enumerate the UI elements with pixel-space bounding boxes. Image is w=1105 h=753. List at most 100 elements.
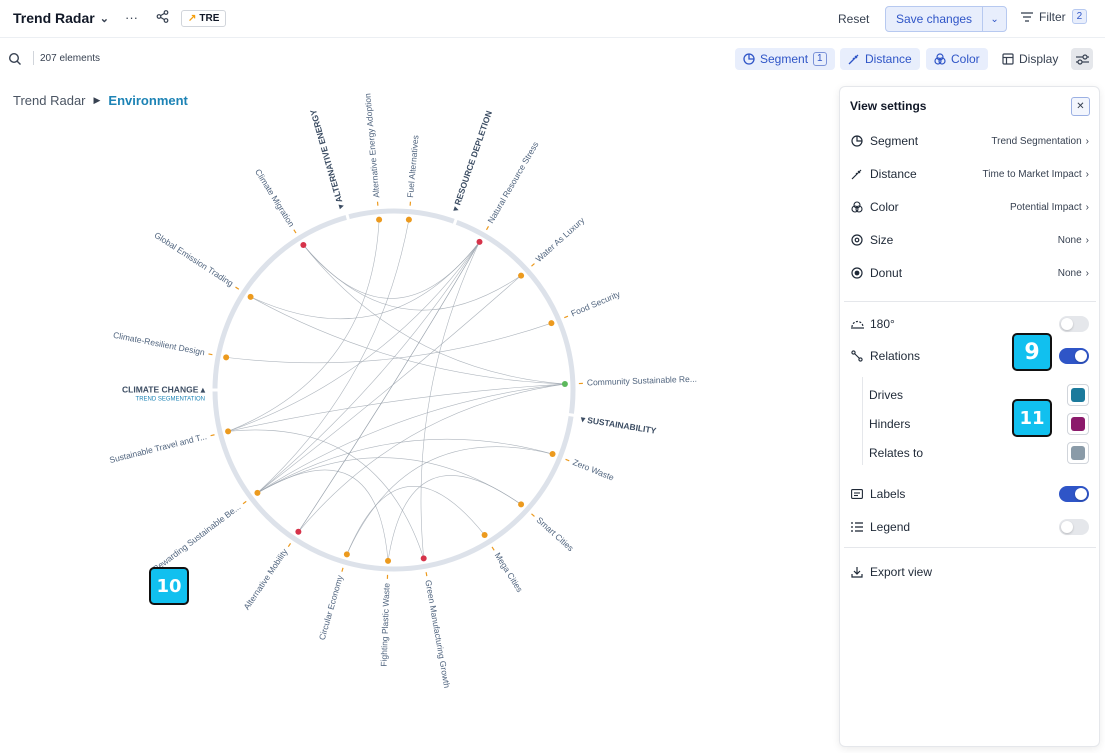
trend-label[interactable]: Smart Cities <box>535 515 576 553</box>
trend-tick <box>491 546 495 551</box>
size-setting[interactable]: Size None › <box>840 228 1099 252</box>
segment-divider <box>345 212 351 222</box>
trend-label[interactable]: Green Manufacturing Growth <box>423 579 452 689</box>
segment-label[interactable]: CLIMATE CHANGE ▴ TREND SEGMENTATION <box>122 384 206 402</box>
hinders-color-button[interactable] <box>1067 413 1089 435</box>
relation-line <box>387 475 522 561</box>
save-options-chevron-icon[interactable]: ⌄ <box>982 7 1006 31</box>
trend-label[interactable]: Rewarding Sustainable Be... <box>151 502 243 575</box>
trend-dot[interactable] <box>376 216 383 223</box>
save-changes-button[interactable]: Save changes <box>886 7 982 31</box>
segment-label[interactable]: ▾ ALTERNATIVE ENERGY <box>308 108 346 211</box>
donut-setting-value: None <box>1057 267 1082 279</box>
trend-dot[interactable] <box>549 451 556 458</box>
trend-dot[interactable] <box>300 241 307 248</box>
list-icon <box>850 520 864 534</box>
filter-button[interactable]: Filter 2 <box>1021 9 1088 24</box>
trend-tag-label: TRE <box>199 13 220 24</box>
trend-label[interactable]: Circular Economy <box>317 573 345 641</box>
trend-dot[interactable] <box>343 551 350 558</box>
export-view-button[interactable]: Export view <box>840 560 1099 584</box>
trend-label[interactable]: Water As Luxury <box>534 215 587 264</box>
trend-dot[interactable] <box>548 320 555 327</box>
trend-dot[interactable] <box>254 489 261 496</box>
target-icon <box>850 233 864 247</box>
rotate-toggle[interactable] <box>1059 316 1089 332</box>
relation-line <box>227 241 480 432</box>
color-setting[interactable]: Color Potential Impact › <box>840 195 1099 219</box>
relations-toggle[interactable] <box>1059 348 1089 364</box>
donut-setting[interactable]: Donut None › <box>840 261 1099 285</box>
trend-label[interactable]: Global Emission Trading <box>153 230 236 289</box>
trend-label[interactable]: Fuel Alternatives <box>405 135 420 198</box>
drives-color-button[interactable] <box>1067 384 1089 406</box>
segment-label[interactable]: ▾ RESOURCE DEPLETION <box>450 109 494 213</box>
segment-name: CLIMATE CHANGE ▴ <box>122 384 206 394</box>
color-icon <box>934 53 946 65</box>
trend-label[interactable]: Community Sustainable Re... <box>587 374 697 388</box>
color-icon <box>850 200 864 214</box>
relation-line <box>346 486 485 555</box>
chevron-right-icon: › <box>1085 168 1089 180</box>
trend-dot[interactable] <box>476 238 483 245</box>
view-settings-button[interactable] <box>1071 48 1093 70</box>
trend-dot[interactable] <box>247 293 254 300</box>
trend-label[interactable]: Food Security <box>569 289 622 319</box>
segment-label[interactable]: ▾ SUSTAINABILITY <box>579 414 657 436</box>
trend-tick <box>425 572 428 577</box>
trend-label[interactable]: Alternative Mobility <box>241 546 290 611</box>
trend-dot[interactable] <box>561 381 568 388</box>
trend-label[interactable]: Fighting Plastic Waste <box>379 582 392 666</box>
trend-dot[interactable] <box>420 555 427 562</box>
legend-toggle[interactable] <box>1059 519 1089 535</box>
close-icon[interactable]: ✕ <box>1071 97 1090 116</box>
app-title-dropdown[interactable]: Trend Radar ⌄ <box>13 10 109 26</box>
distance-setting[interactable]: Distance Time to Market Impact › <box>840 162 1099 186</box>
trend-dot[interactable] <box>225 428 232 435</box>
segment-pill-label: Segment <box>760 52 809 66</box>
trend-up-icon: ↗ <box>188 13 197 24</box>
trend-label[interactable]: Natural Resource Stress <box>486 140 541 225</box>
relation-line <box>420 241 480 559</box>
segment-setting[interactable]: Segment Trend Segmentation › <box>840 129 1099 153</box>
app-title: Trend Radar <box>13 10 95 26</box>
half-circle-icon <box>850 317 864 331</box>
ruler-icon <box>850 167 864 181</box>
segment-setting-label: Segment <box>870 134 919 148</box>
labels-toggle[interactable] <box>1059 486 1089 502</box>
trend-label[interactable]: Climate-Resilient Design <box>112 330 206 358</box>
segment-pill[interactable]: Segment 1 <box>735 48 835 70</box>
display-pill[interactable]: Display <box>994 48 1066 70</box>
trend-dot[interactable] <box>295 528 302 535</box>
trend-label[interactable]: Climate Migration <box>253 167 297 229</box>
reset-button[interactable]: Reset <box>838 12 869 26</box>
search-icon[interactable] <box>8 52 22 66</box>
trend-tick <box>293 229 297 234</box>
relation-line <box>257 275 522 494</box>
distance-pill[interactable]: Distance <box>840 48 920 70</box>
relation-line <box>257 383 565 494</box>
share-icon[interactable] <box>156 10 169 26</box>
save-button-group: Save changes ⌄ <box>885 6 1008 32</box>
trend-dot[interactable] <box>518 272 525 279</box>
segment-name: ▾ RESOURCE DEPLETION <box>450 109 494 213</box>
more-options-icon[interactable]: ··· <box>125 10 138 25</box>
trend-tag[interactable]: ↗ TRE <box>181 10 227 27</box>
trend-dot[interactable] <box>481 532 488 539</box>
trend-dot[interactable] <box>385 557 392 564</box>
labels-setting-label: Labels <box>870 487 906 501</box>
trend-dot[interactable] <box>405 216 412 223</box>
view-settings-panel: View settings ✕ Segment Trend Segmentati… <box>839 86 1100 747</box>
color-setting-label: Color <box>870 200 899 214</box>
trend-label[interactable]: Sustainable Travel and T... <box>108 431 207 465</box>
hinders-color-swatch <box>1071 417 1085 431</box>
trend-label[interactable]: Zero Waste <box>571 457 615 483</box>
relates-to-color-button[interactable] <box>1067 442 1089 464</box>
trend-dot[interactable] <box>518 501 525 508</box>
chevron-down-icon: ⌄ <box>99 12 109 25</box>
trend-label[interactable]: Alternative Energy Adoption <box>362 93 381 199</box>
trend-dot[interactable] <box>223 354 230 361</box>
color-pill[interactable]: Color <box>926 48 988 70</box>
trend-label[interactable]: Mega Cities <box>493 551 525 594</box>
filter-icon <box>1021 11 1033 22</box>
